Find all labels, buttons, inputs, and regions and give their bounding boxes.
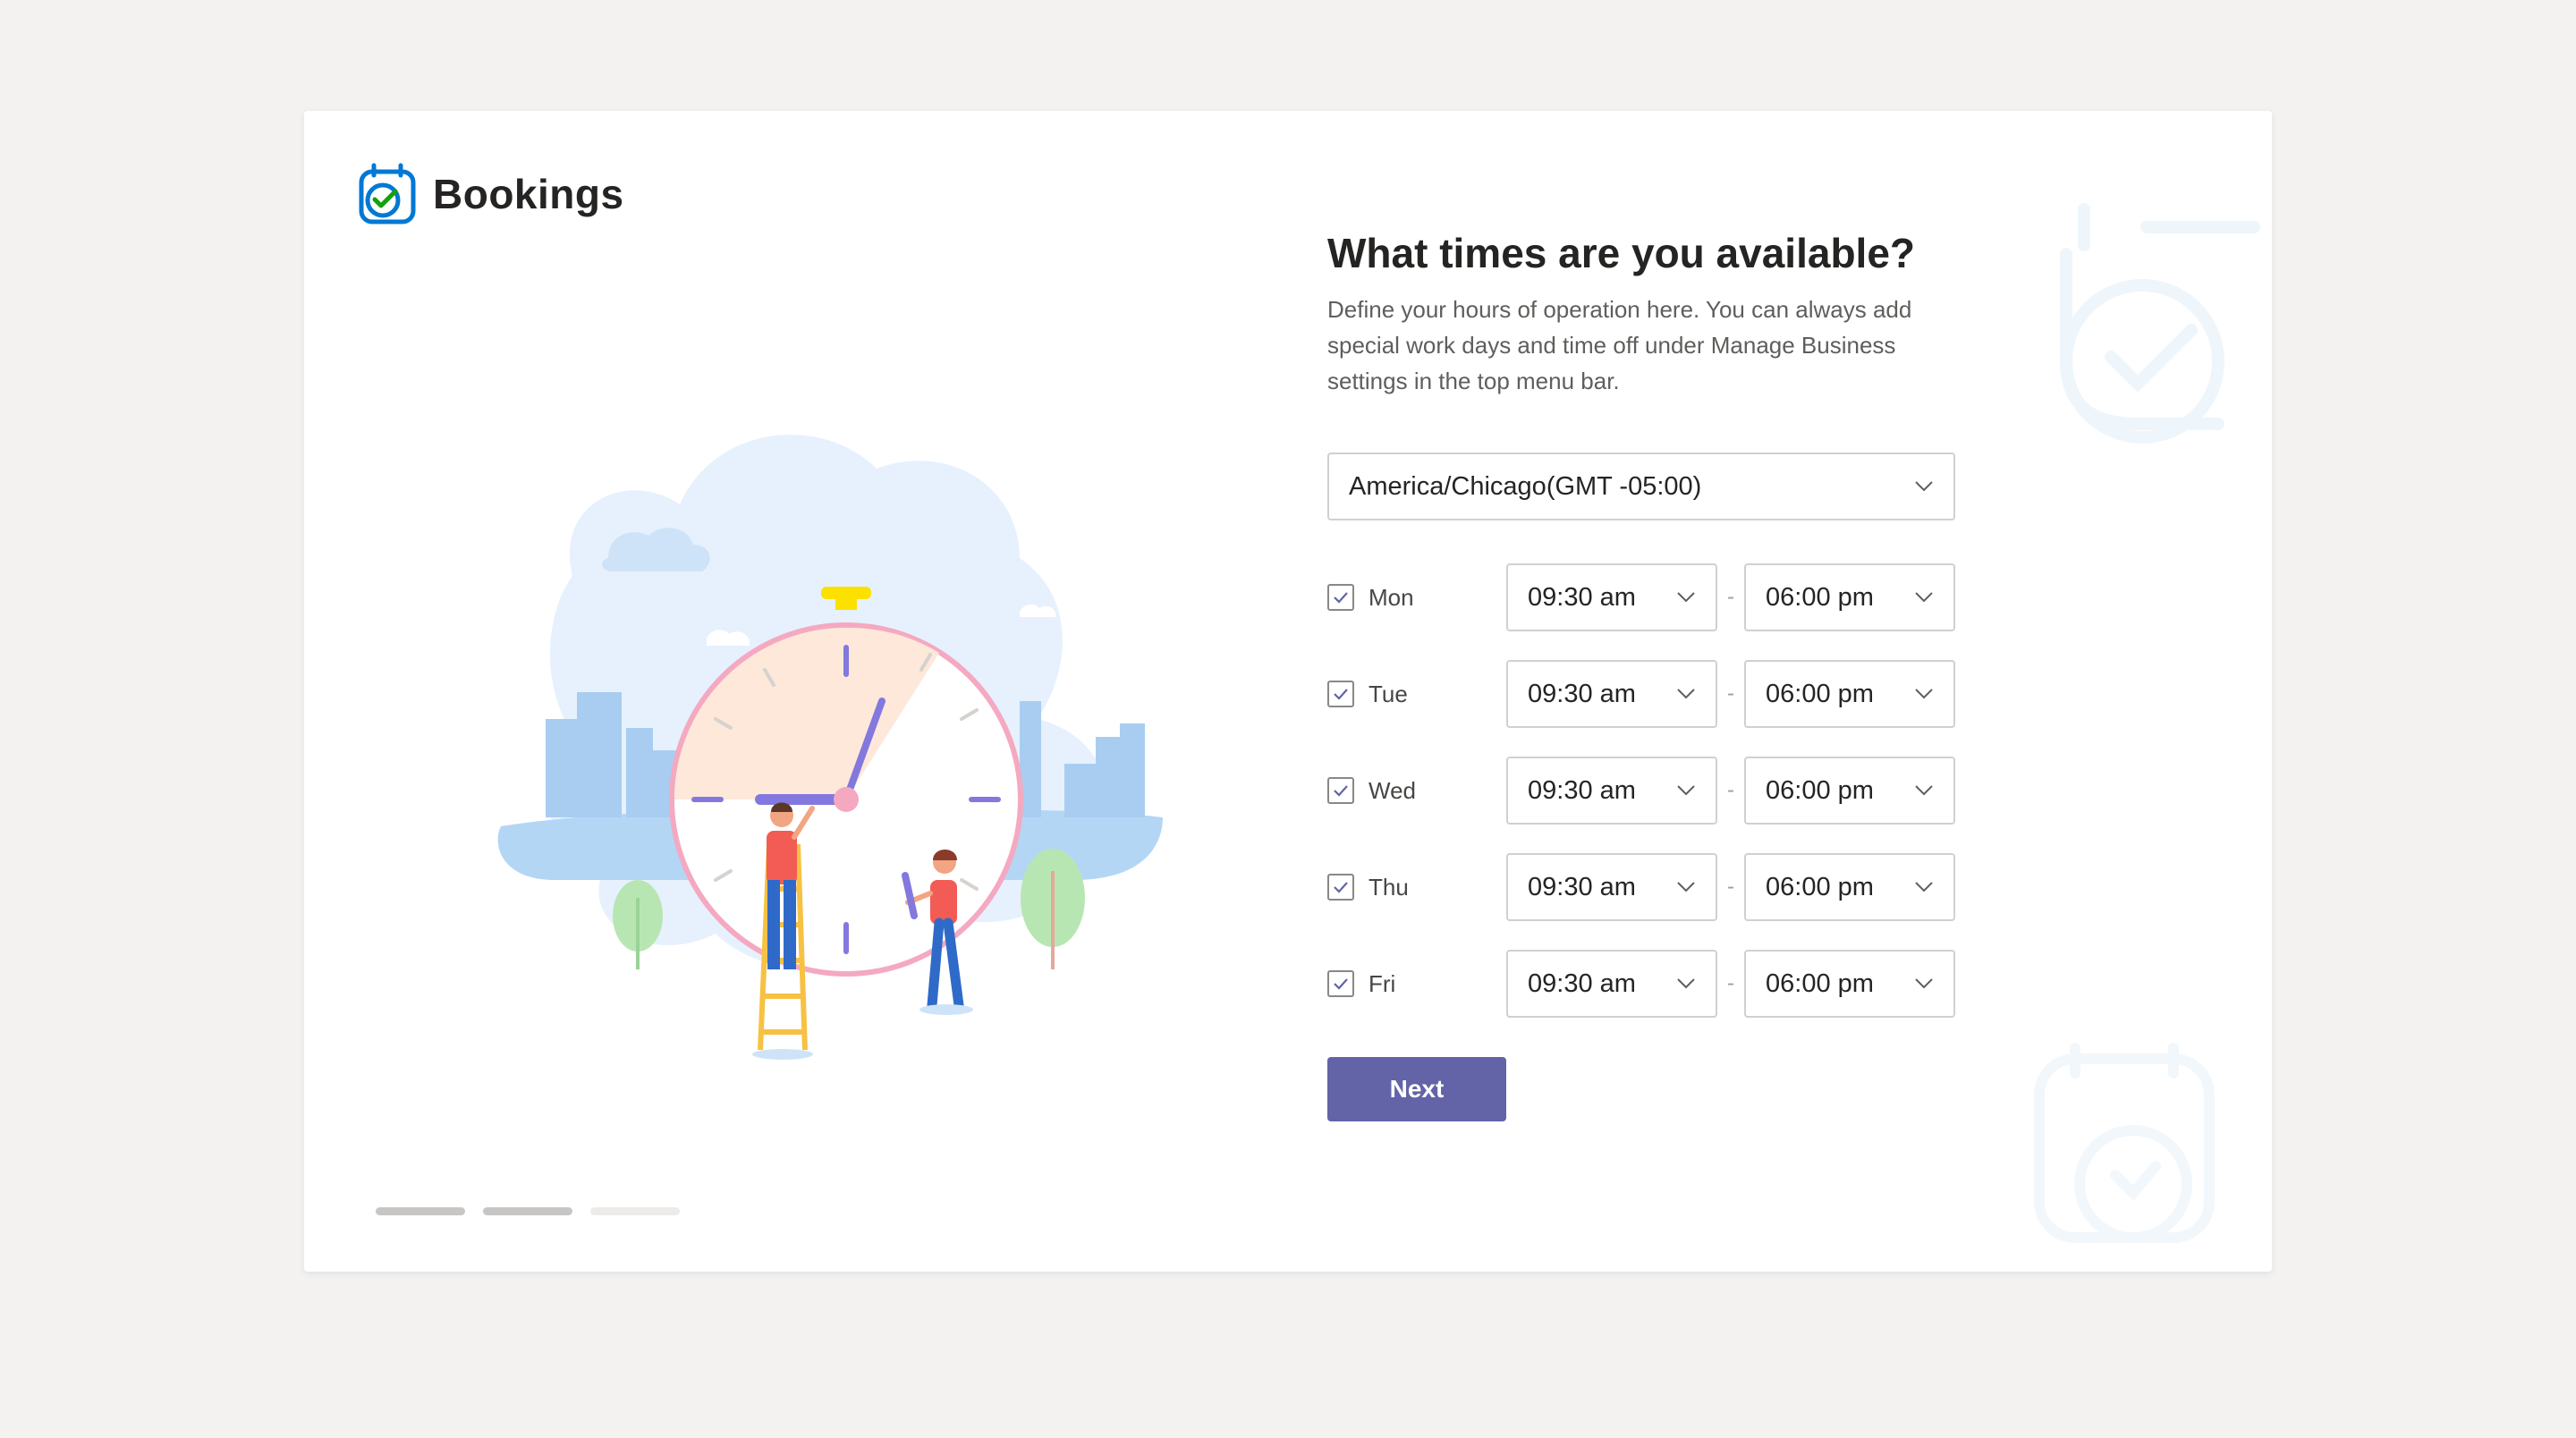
end-time-dropdown-thu[interactable]: 06:00 pm bbox=[1744, 853, 1955, 921]
start-time-dropdown-thu[interactable]: 09:30 am bbox=[1506, 853, 1717, 921]
start-time-value: 09:30 am bbox=[1528, 969, 1636, 998]
progress-step-1 bbox=[376, 1207, 465, 1215]
start-time-dropdown-fri[interactable]: 09:30 am bbox=[1506, 950, 1717, 1018]
chevron-down-icon bbox=[1915, 481, 1933, 492]
day-label: Wed bbox=[1368, 776, 1416, 804]
next-button[interactable]: Next bbox=[1327, 1057, 1506, 1121]
chevron-down-icon bbox=[1915, 689, 1933, 699]
progress-step-3 bbox=[590, 1207, 680, 1215]
end-time-dropdown-fri[interactable]: 06:00 pm bbox=[1744, 950, 1955, 1018]
start-time-dropdown-mon[interactable]: 09:30 am bbox=[1506, 563, 1717, 631]
checkmark-icon bbox=[1334, 785, 1348, 797]
chevron-down-icon bbox=[1677, 978, 1695, 989]
time-separator: - bbox=[1727, 971, 1734, 995]
day-row-wed: Wed 09:30 am - 06:00 pm bbox=[1327, 757, 1971, 825]
end-time-dropdown-tue[interactable]: 06:00 pm bbox=[1744, 660, 1955, 728]
end-time-value: 06:00 pm bbox=[1766, 775, 1874, 805]
chevron-down-icon bbox=[1915, 978, 1933, 989]
day-rows: Mon 09:30 am - 06:00 pm Tue 09:30 am - 06:00 pm… bbox=[1327, 563, 1971, 1018]
day-label: Fri bbox=[1368, 969, 1396, 997]
day-row-tue: Tue 09:30 am - 06:00 pm bbox=[1327, 660, 1971, 728]
day-checkbox-mon[interactable] bbox=[1327, 584, 1354, 611]
start-time-value: 09:30 am bbox=[1528, 582, 1636, 612]
background-clock-calendar-icon-bottom bbox=[2034, 1043, 2215, 1243]
end-time-value: 06:00 pm bbox=[1766, 969, 1874, 998]
day-row-fri: Fri 09:30 am - 06:00 pm bbox=[1327, 950, 1971, 1018]
end-time-value: 06:00 pm bbox=[1766, 582, 1874, 612]
day-label: Tue bbox=[1368, 680, 1408, 707]
bookings-calendar-icon bbox=[359, 163, 416, 224]
start-time-value: 09:30 am bbox=[1528, 872, 1636, 901]
page-description: Define your hours of operation here. You… bbox=[1327, 296, 1912, 394]
checkmark-icon bbox=[1334, 882, 1348, 893]
progress-step-2 bbox=[483, 1207, 572, 1215]
day-checkbox-fri[interactable] bbox=[1327, 970, 1354, 997]
chevron-down-icon bbox=[1677, 882, 1695, 892]
background-calendar-icon-top bbox=[2060, 203, 2260, 444]
brand: Bookings bbox=[356, 163, 624, 225]
brand-name: Bookings bbox=[433, 171, 624, 217]
availability-form: What times are you available? Define you… bbox=[1327, 227, 1971, 1121]
time-separator: - bbox=[1727, 585, 1734, 609]
start-time-value: 09:30 am bbox=[1528, 775, 1636, 805]
day-checkbox-thu[interactable] bbox=[1327, 874, 1354, 901]
clock-repair-illustration bbox=[497, 435, 1163, 1060]
start-time-dropdown-wed[interactable]: 09:30 am bbox=[1506, 757, 1717, 825]
checkmark-icon bbox=[1334, 592, 1348, 604]
chevron-down-icon bbox=[1677, 592, 1695, 603]
day-row-mon: Mon 09:30 am - 06:00 pm bbox=[1327, 563, 1971, 631]
day-row-thu: Thu 09:30 am - 06:00 pm bbox=[1327, 853, 1971, 921]
checkmark-icon bbox=[1334, 978, 1348, 990]
time-separator: - bbox=[1727, 681, 1734, 706]
timezone-value: America/Chicago(GMT -05:00) bbox=[1349, 471, 1702, 501]
day-label: Mon bbox=[1368, 583, 1414, 611]
checkmark-icon bbox=[1334, 689, 1348, 700]
timezone-dropdown[interactable]: America/Chicago(GMT -05:00) bbox=[1327, 453, 1955, 520]
day-label: Thu bbox=[1368, 873, 1409, 901]
progress-steps bbox=[376, 1207, 680, 1215]
chevron-down-icon bbox=[1677, 689, 1695, 699]
chevron-down-icon bbox=[1915, 785, 1933, 796]
start-time-dropdown-tue[interactable]: 09:30 am bbox=[1506, 660, 1717, 728]
setup-card: Bookings What times are you available? D… bbox=[304, 111, 2272, 1272]
end-time-dropdown-wed[interactable]: 06:00 pm bbox=[1744, 757, 1955, 825]
time-separator: - bbox=[1727, 875, 1734, 899]
day-checkbox-tue[interactable] bbox=[1327, 681, 1354, 707]
end-time-value: 06:00 pm bbox=[1766, 872, 1874, 901]
end-time-dropdown-mon[interactable]: 06:00 pm bbox=[1744, 563, 1955, 631]
page-title: What times are you available? bbox=[1327, 230, 1916, 276]
time-separator: - bbox=[1727, 778, 1734, 802]
start-time-value: 09:30 am bbox=[1528, 679, 1636, 708]
day-checkbox-wed[interactable] bbox=[1327, 777, 1354, 804]
chevron-down-icon bbox=[1915, 592, 1933, 603]
end-time-value: 06:00 pm bbox=[1766, 679, 1874, 708]
chevron-down-icon bbox=[1677, 785, 1695, 796]
chevron-down-icon bbox=[1915, 882, 1933, 892]
